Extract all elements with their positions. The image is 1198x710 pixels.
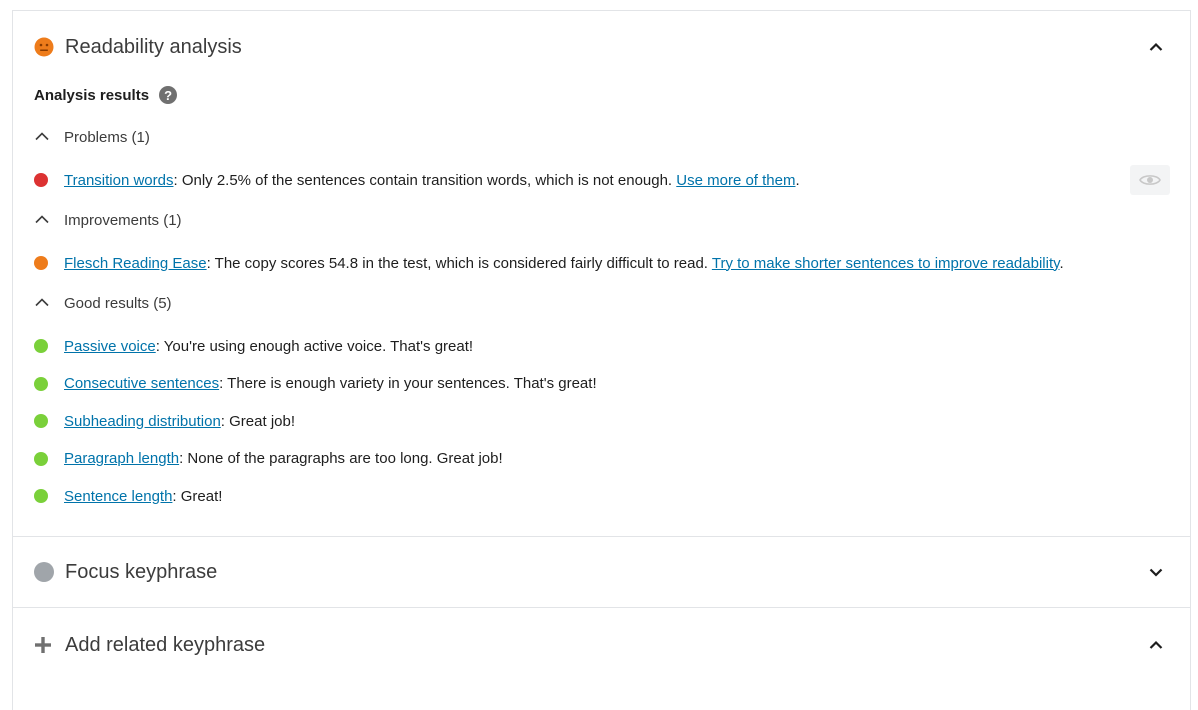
list-item: Paragraph length: None of the paragraphs… (34, 447, 1190, 471)
chevron-up-icon (1149, 640, 1163, 649)
focus-keyphrase-expand-button[interactable] (1146, 562, 1166, 582)
good-results-label: Good results (5) (64, 294, 172, 312)
result-text: Consecutive sentences: There is enough v… (64, 375, 597, 392)
readability-section-header[interactable]: Readability analysis (13, 11, 1190, 83)
chevron-up-icon (1149, 42, 1163, 51)
shorter-sentences-link[interactable]: Try to make shorter sentences to improve… (712, 255, 1060, 272)
improvements-group-toggle[interactable]: Improvements (1) (34, 208, 1190, 232)
focus-keyphrase-section-header[interactable]: Focus keyphrase (13, 537, 1190, 607)
problems-label: Problems (1) (64, 128, 150, 146)
highlight-button[interactable] (1130, 165, 1170, 195)
status-dot-ok (34, 256, 48, 270)
passive-voice-link[interactable]: Passive voice (64, 338, 156, 355)
chevron-up-icon (35, 132, 49, 141)
paragraph-length-link[interactable]: Paragraph length (64, 450, 179, 467)
eye-icon (1139, 175, 1161, 185)
yoast-metabox-panel: Readability analysis Analysis results ? … (12, 10, 1191, 710)
flesch-reading-ease-link[interactable]: Flesch Reading Ease (64, 255, 207, 272)
list-item: Consecutive sentences: There is enough v… (34, 372, 1190, 396)
list-item: Transition words: Only 2.5% of the sente… (34, 165, 1190, 195)
result-text: Paragraph length: None of the paragraphs… (64, 450, 503, 467)
improvements-label: Improvements (1) (64, 211, 182, 229)
status-dot-good (34, 489, 48, 503)
problems-list: Transition words: Only 2.5% of the sente… (34, 165, 1190, 195)
subheading-distribution-link[interactable]: Subheading distribution (64, 413, 221, 430)
use-more-link[interactable]: Use more of them (676, 172, 795, 189)
plus-icon (35, 637, 51, 653)
chevron-up-icon (35, 298, 49, 307)
result-text: Transition words: Only 2.5% of the sente… (64, 171, 800, 189)
list-item: Subheading distribution: Great job! (34, 409, 1190, 433)
chevron-up-icon (35, 215, 49, 224)
analysis-results-label: Analysis results (34, 86, 150, 104)
related-keyphrase-toggle-button[interactable] (1146, 635, 1166, 655)
status-dot-good (34, 376, 48, 391)
list-item: Passive voice: You're using enough activ… (34, 334, 1190, 358)
help-icon[interactable]: ? (159, 86, 178, 104)
status-dot-bad (34, 173, 48, 187)
neutral-face-icon (34, 37, 54, 57)
good-results-list: Passive voice: You're using enough activ… (34, 334, 1190, 508)
list-item: Flesch Reading Ease: The copy scores 54.… (34, 251, 1190, 275)
result-text: Passive voice: You're using enough activ… (64, 337, 474, 355)
improvements-list: Flesch Reading Ease: The copy scores 54.… (34, 251, 1190, 275)
focus-keyphrase-title: Focus keyphrase (65, 560, 218, 583)
consecutive-sentences-link[interactable]: Consecutive sentences (64, 375, 219, 392)
readability-collapse-button[interactable] (1146, 37, 1166, 57)
chevron-down-icon (1149, 568, 1163, 577)
gray-circle-icon (34, 562, 54, 582)
status-dot-good (34, 339, 48, 353)
transition-words-link[interactable]: Transition words (64, 172, 173, 189)
problems-group-toggle[interactable]: Problems (1) (34, 125, 1190, 149)
related-keyphrase-section-header[interactable]: Add related keyphrase (13, 608, 1190, 682)
status-dot-good (34, 451, 48, 466)
readability-analysis-body: Analysis results ? Problems (1) Transiti… (13, 83, 1190, 536)
result-text: Flesch Reading Ease: The copy scores 54.… (64, 254, 1064, 272)
analysis-results-heading: Analysis results ? (34, 83, 1190, 107)
related-keyphrase-title: Add related keyphrase (65, 633, 266, 656)
readability-title: Readability analysis (65, 35, 242, 58)
status-dot-good (34, 414, 48, 428)
list-item: Sentence length: Great! (34, 484, 1190, 508)
good-results-group-toggle[interactable]: Good results (5) (34, 291, 1190, 315)
result-text: Subheading distribution: Great job! (64, 412, 295, 430)
result-text: Sentence length: Great! (64, 487, 223, 505)
sentence-length-link[interactable]: Sentence length (64, 488, 172, 505)
